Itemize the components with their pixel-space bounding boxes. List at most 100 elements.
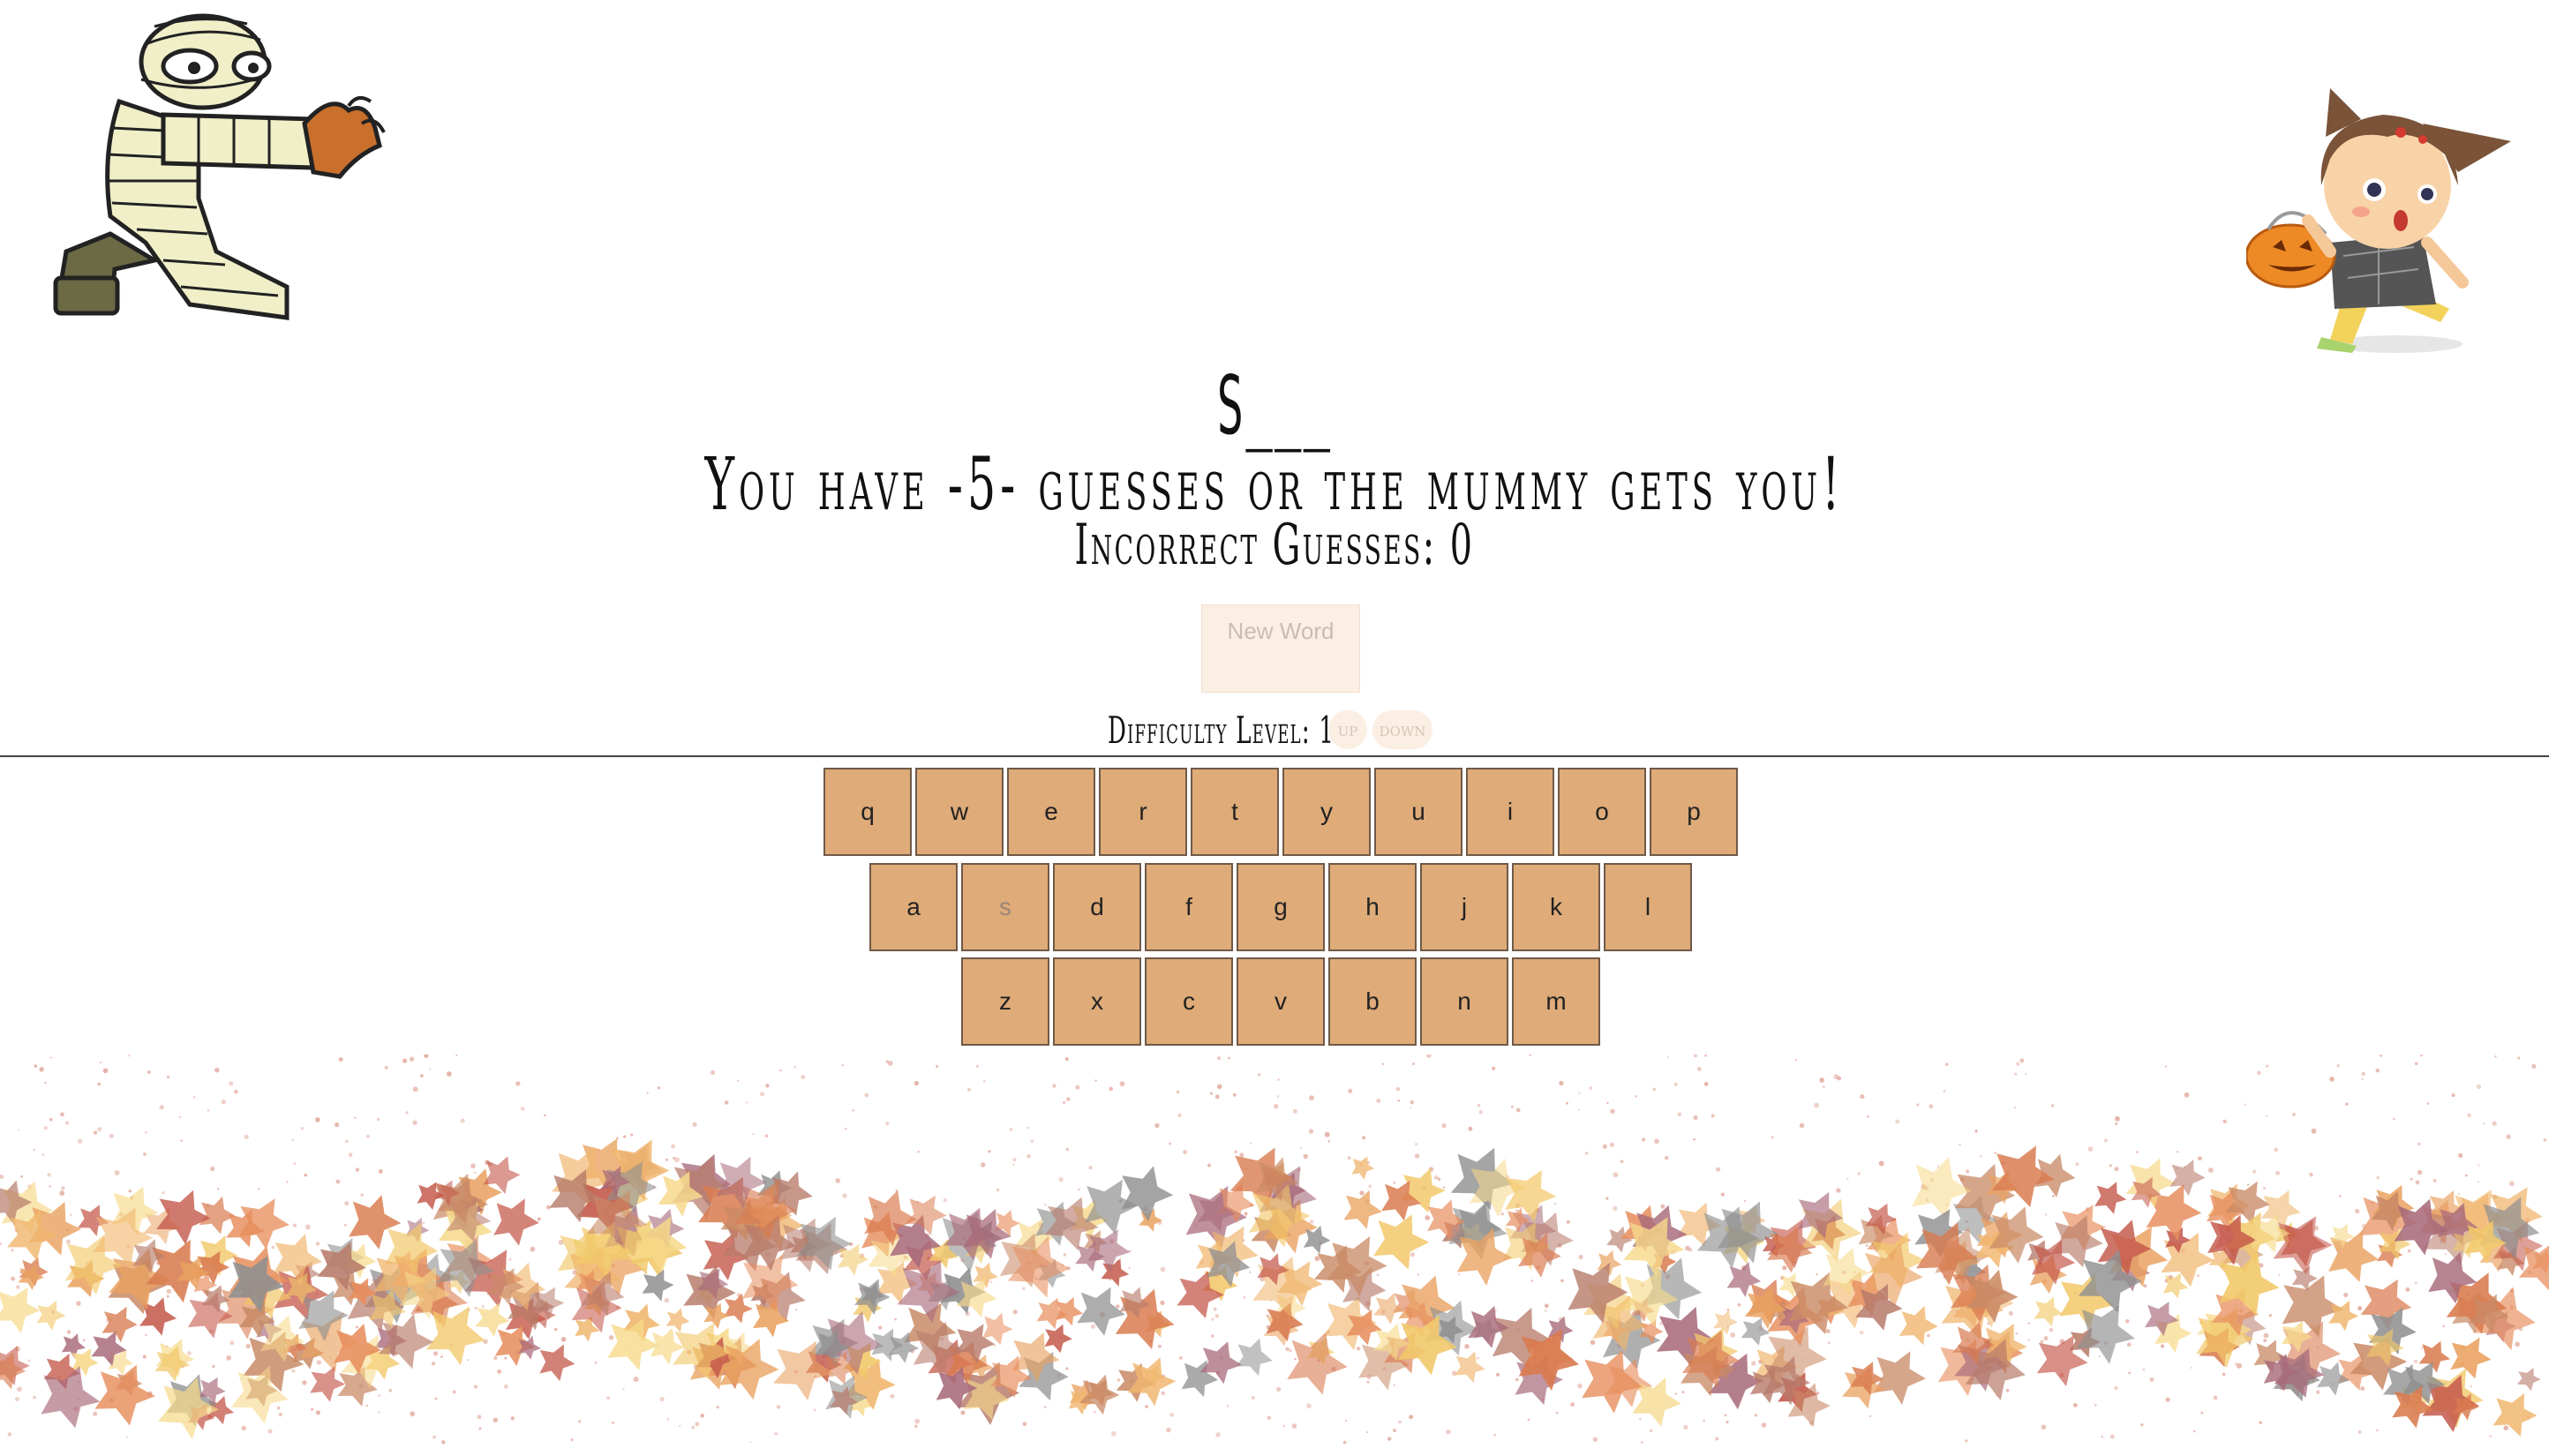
leaf-speck — [1154, 1122, 1160, 1129]
key-y[interactable]: y — [1282, 768, 1371, 856]
key-h[interactable]: h — [1328, 863, 1417, 951]
leaf-speck — [749, 1441, 752, 1444]
leaf-speck — [2043, 1336, 2049, 1341]
key-u[interactable]: u — [1374, 768, 1462, 856]
leaf-speck — [646, 1092, 649, 1094]
leaf-speck — [412, 1086, 418, 1092]
key-v[interactable]: v — [1237, 957, 1325, 1046]
leaf-speck — [1177, 1113, 1182, 1117]
leaf-speck — [2543, 1137, 2547, 1142]
leaf-speck — [1693, 1115, 1698, 1121]
leaf-speck — [34, 1064, 38, 1068]
key-c[interactable]: c — [1145, 957, 1233, 1046]
key-o[interactable]: o — [1558, 768, 1646, 856]
key-d[interactable]: d — [1053, 863, 1141, 951]
leaf-speck — [1688, 1248, 1693, 1252]
leaf-speck — [1836, 1188, 1841, 1193]
leaf-speck — [314, 1117, 320, 1122]
leaf-speck — [1116, 1304, 1120, 1309]
key-n[interactable]: n — [1420, 957, 1508, 1046]
leaf-speck — [2246, 1183, 2250, 1187]
key-b[interactable]: b — [1328, 957, 1417, 1046]
key-i[interactable]: i — [1466, 768, 1554, 856]
key-f[interactable]: f — [1145, 863, 1233, 951]
leaf-speck — [1410, 1252, 1415, 1257]
leaf-speck — [1493, 1433, 1497, 1437]
key-l[interactable]: l — [1604, 863, 1692, 951]
key-m[interactable]: m — [1512, 957, 1600, 1046]
leaf-speck — [2087, 1146, 2094, 1152]
key-j[interactable]: j — [1420, 863, 1508, 951]
leaf-speck — [1012, 1158, 1017, 1162]
leaf-speck — [2200, 1411, 2204, 1415]
key-t[interactable]: t — [1191, 768, 1279, 856]
divider — [0, 755, 2549, 757]
leaf-speck — [983, 1079, 986, 1083]
leaf-speck — [59, 1190, 65, 1197]
key-g[interactable]: g — [1237, 863, 1325, 951]
leaf-speck — [166, 1075, 170, 1079]
leaf-speck — [192, 1095, 196, 1099]
leaf-speck — [377, 1118, 380, 1122]
leaf-speck — [1207, 1163, 1211, 1167]
keyboard-row: zxcvbnm — [961, 957, 1604, 1046]
key-p[interactable]: p — [1650, 768, 1738, 856]
leaf-speck — [431, 1362, 436, 1366]
leaf-speck — [1109, 1086, 1114, 1092]
leaf-speck — [2244, 1103, 2247, 1107]
leaf-speck — [1477, 1103, 1481, 1107]
leaf-speck — [405, 1111, 409, 1115]
leaf-speck — [1022, 1422, 1027, 1427]
mummy-character-icon — [53, 13, 386, 320]
key-z[interactable]: z — [961, 957, 1049, 1046]
leaf-speck — [76, 1301, 81, 1306]
leaf-speck — [344, 1201, 350, 1206]
leaf-speck — [724, 1100, 729, 1105]
leaf-speck — [441, 1440, 446, 1445]
leaf-speck — [77, 1138, 83, 1145]
key-s[interactable]: s — [961, 863, 1049, 951]
leaf-speck — [1464, 1343, 1470, 1349]
difficulty-down-button[interactable]: down — [1372, 710, 1432, 749]
leaf-speck — [2196, 1274, 2199, 1278]
leaf-speck — [765, 1084, 770, 1088]
leaf-speck — [365, 1404, 369, 1407]
leaf — [2273, 1216, 2333, 1275]
leaf-speck — [2413, 1359, 2418, 1364]
key-a[interactable]: a — [869, 863, 958, 951]
leaf-speck — [1827, 1341, 1831, 1345]
leaf-speck — [2114, 1385, 2118, 1391]
key-q[interactable]: q — [823, 768, 912, 856]
leaf-speck — [1496, 1372, 1500, 1377]
leaf-speck — [1799, 1122, 1805, 1129]
leaf-speck — [2432, 1179, 2437, 1182]
key-x[interactable]: x — [1053, 957, 1141, 1046]
leaf-speck — [1837, 1076, 1842, 1081]
leaf-speck — [2442, 1325, 2446, 1328]
key-k[interactable]: k — [1512, 863, 1600, 951]
leaf-speck — [2375, 1068, 2380, 1073]
leaf-speck — [1442, 1186, 1446, 1190]
leaf-speck — [1860, 1094, 1865, 1100]
leaf-speck — [473, 1385, 477, 1389]
leaf-speck — [1846, 1177, 1849, 1180]
leaf-speck — [2345, 1102, 2349, 1106]
new-word-button[interactable]: New Word — [1201, 604, 1360, 693]
leaf — [1287, 1332, 1348, 1395]
difficulty-label: Difficulty Level: 1 — [1108, 709, 1334, 752]
leaf-speck — [1659, 1322, 1663, 1325]
leaf-speck — [1737, 1302, 1741, 1307]
leaf-speck — [1965, 1439, 1968, 1443]
leaf-speck — [1157, 1344, 1162, 1348]
leaf-speck — [612, 1421, 614, 1424]
leaf-speck — [1610, 1108, 1615, 1115]
key-w[interactable]: w — [915, 768, 1004, 856]
leaf-speck — [0, 1175, 4, 1179]
leaf-speck — [1555, 1411, 1559, 1415]
leaf-speck — [2517, 1056, 2521, 1060]
leaf-speck — [1058, 1176, 1064, 1182]
key-e[interactable]: e — [1007, 768, 1095, 856]
key-r[interactable]: r — [1099, 768, 1187, 856]
leaf-speck — [2464, 1174, 2468, 1177]
leaf-speck — [422, 1221, 425, 1225]
